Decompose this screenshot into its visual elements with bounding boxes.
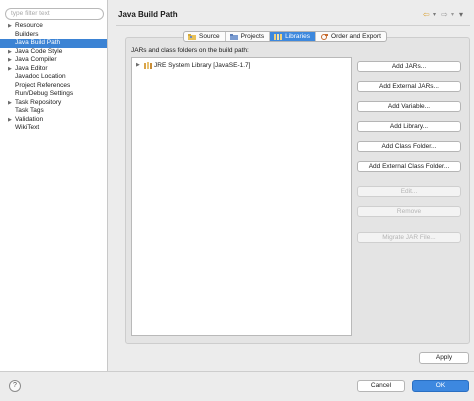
projects-icon bbox=[229, 33, 238, 40]
libraries-icon bbox=[274, 33, 283, 40]
tree-item-wikitext[interactable]: WikiText bbox=[0, 124, 107, 133]
expand-arrow-icon[interactable]: ▶ bbox=[8, 22, 12, 31]
source-folder-icon bbox=[188, 33, 196, 40]
tree-item-builders[interactable]: Builders bbox=[0, 31, 107, 40]
tab-label: Libraries bbox=[285, 33, 311, 40]
tab-libraries[interactable]: Libraries bbox=[270, 32, 317, 41]
tree-item-label: Run/Debug Settings bbox=[15, 90, 74, 97]
tree-item-label: Java Build Path bbox=[15, 39, 61, 46]
tree-item-label: Java Compiler bbox=[15, 56, 57, 63]
preferences-sidebar: type filter text ▶ Resource Builders Java… bbox=[0, 0, 108, 371]
tree-item-label: Validation bbox=[15, 115, 44, 123]
edit-button[interactable]: Edit... bbox=[357, 186, 461, 197]
expand-arrow-icon[interactable]: ▶ bbox=[8, 65, 12, 74]
add-variable-button[interactable]: Add Variable... bbox=[357, 101, 461, 112]
add-external-class-folder-button[interactable]: Add External Class Folder... bbox=[357, 161, 461, 172]
build-path-tabs: Source Projects Libraries Order and Expo… bbox=[183, 31, 387, 42]
tree-item-resource[interactable]: ▶ Resource bbox=[0, 22, 107, 31]
tree-item-label: WikiText bbox=[15, 124, 40, 131]
expand-arrow-icon[interactable]: ▶ bbox=[8, 48, 12, 57]
tree-item-java-build-path[interactable]: Java Build Path bbox=[0, 39, 107, 48]
tree-item-task-tags[interactable]: Task Tags bbox=[0, 107, 107, 116]
tree-item-label: Resource bbox=[15, 22, 43, 29]
tree-item-run-debug-settings[interactable]: Run/Debug Settings bbox=[0, 90, 107, 99]
tree-item-task-repository[interactable]: ▶ Task Repository bbox=[0, 99, 107, 108]
add-library-button[interactable]: Add Library... bbox=[357, 121, 461, 132]
view-menu-icon[interactable]: ▾ bbox=[459, 9, 463, 21]
tab-source[interactable]: Source bbox=[184, 32, 226, 41]
back-arrow-icon[interactable]: ⇦ bbox=[423, 9, 430, 21]
forward-arrow-icon[interactable]: ⇨ bbox=[441, 9, 448, 21]
tree-item-validation[interactable]: ▶ Validation bbox=[0, 116, 107, 125]
order-export-icon bbox=[321, 33, 329, 40]
expand-arrow-icon[interactable]: ▶ bbox=[8, 56, 12, 65]
tree-item-java-editor[interactable]: ▶ Java Editor bbox=[0, 65, 107, 74]
expand-arrow-icon[interactable]: ▶ bbox=[8, 99, 12, 108]
history-dropdown-icon[interactable]: ▾ bbox=[433, 9, 436, 21]
expand-arrow-icon[interactable]: ▶ bbox=[8, 116, 12, 125]
help-icon[interactable]: ? bbox=[9, 380, 21, 392]
footer-divider bbox=[0, 371, 474, 372]
tab-order-and-export[interactable]: Order and Export bbox=[316, 32, 386, 41]
cancel-button[interactable]: Cancel bbox=[357, 380, 405, 392]
tree-item-java-compiler[interactable]: ▶ Java Compiler bbox=[0, 56, 107, 65]
add-class-folder-button[interactable]: Add Class Folder... bbox=[357, 141, 461, 152]
filter-input[interactable]: type filter text bbox=[5, 8, 104, 20]
apply-button[interactable]: Apply bbox=[419, 352, 469, 364]
tab-projects[interactable]: Projects bbox=[226, 32, 271, 41]
property-tree: ▶ Resource Builders Java Build Path ▶ Java… bbox=[0, 22, 107, 133]
tree-item-label: Java Editor bbox=[15, 64, 48, 72]
tree-item-label: Project References bbox=[15, 81, 71, 89]
tree-item-label: Java Code Style bbox=[15, 47, 63, 55]
tree-item-label: Builders bbox=[15, 30, 39, 38]
add-jars-button[interactable]: Add JARs... bbox=[357, 61, 461, 72]
history-dropdown-icon[interactable]: ▾ bbox=[451, 9, 454, 21]
libraries-caption: JARs and class folders on the build path… bbox=[131, 47, 249, 54]
navigation-controls: ⇦ ▾ ⇨ ▾ ▾ bbox=[423, 9, 467, 21]
ok-button[interactable]: OK bbox=[412, 380, 469, 392]
tree-item-label: Javadoc Location bbox=[15, 73, 66, 80]
libraries-list[interactable]: ▶ JRE System Library [JavaSE-1.7] bbox=[131, 57, 352, 336]
tab-label: Order and Export bbox=[331, 33, 381, 40]
tab-label: Projects bbox=[240, 33, 265, 40]
expand-arrow-icon[interactable]: ▶ bbox=[136, 61, 140, 70]
migrate-jar-button[interactable]: Migrate JAR File... bbox=[357, 232, 461, 243]
page-title: Java Build Path bbox=[118, 10, 178, 19]
remove-button[interactable]: Remove bbox=[357, 206, 461, 217]
tree-item-label: Task Tags bbox=[15, 107, 44, 114]
list-item-label: JRE System Library [JavaSE-1.7] bbox=[154, 62, 251, 69]
header-divider bbox=[116, 25, 470, 26]
tree-item-project-references[interactable]: Project References bbox=[0, 82, 107, 91]
tab-label: Source bbox=[199, 33, 220, 40]
tree-item-java-code-style[interactable]: ▶ Java Code Style bbox=[0, 48, 107, 57]
tree-item-javadoc-location[interactable]: Javadoc Location bbox=[0, 73, 107, 82]
jre-library-icon bbox=[144, 62, 152, 69]
tree-item-label: Task Repository bbox=[15, 98, 62, 106]
add-external-jars-button[interactable]: Add External JARs... bbox=[357, 81, 461, 92]
